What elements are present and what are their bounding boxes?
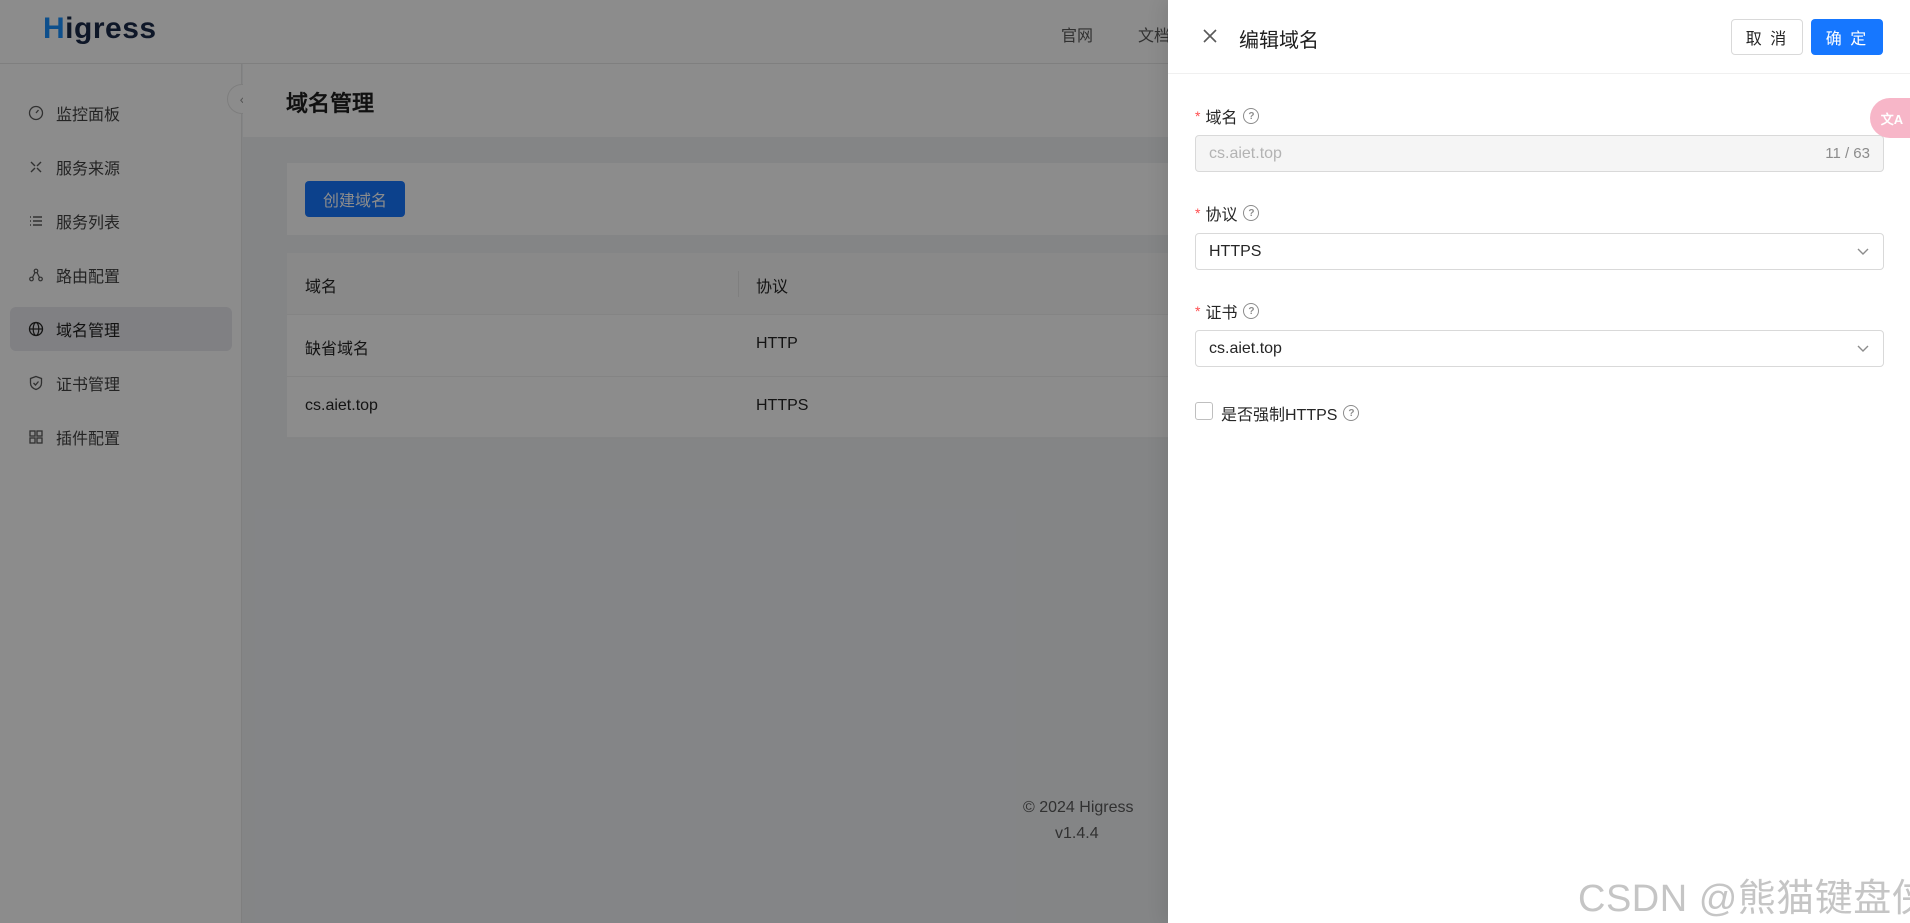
protocol-select-value: HTTPS — [1209, 242, 1262, 260]
cancel-button[interactable]: 取 消 — [1731, 19, 1803, 55]
cert-field-label: * 证书 ? — [1195, 299, 1260, 323]
domain-field-label: * 域名 ? — [1195, 104, 1260, 128]
translate-badge-text: 文A — [1880, 111, 1904, 127]
help-icon[interactable]: ? — [1343, 405, 1360, 421]
required-mark: * — [1195, 108, 1201, 124]
edit-domain-drawer: 编辑域名 取 消 确 定 * 域名 ? cs.aiet.top 11 / 63 … — [1168, 0, 1910, 923]
cert-select-value: cs.aiet.top — [1209, 339, 1282, 357]
drawer-header: 编辑域名 取 消 确 定 — [1168, 0, 1910, 74]
help-icon[interactable]: ? — [1243, 303, 1260, 319]
help-icon[interactable]: ? — [1243, 205, 1260, 221]
watermark: CSDN @熊猫键盘侠 — [1578, 878, 1910, 920]
force-https-checkbox[interactable] — [1195, 402, 1213, 420]
drawer-title: 编辑域名 — [1239, 30, 1319, 52]
protocol-field-label: * 协议 ? — [1195, 201, 1260, 225]
checkbox-label-text: 是否强制HTTPS — [1221, 407, 1338, 424]
char-count: 11 / 63 — [1825, 145, 1870, 162]
chevron-down-icon — [1856, 341, 1870, 355]
help-icon[interactable]: ? — [1243, 108, 1260, 124]
domain-input-value: cs.aiet.top — [1209, 144, 1282, 162]
field-label-text: 协议 — [1205, 207, 1238, 224]
force-https-label[interactable]: 是否强制HTTPS ? — [1221, 401, 1360, 425]
domain-input: cs.aiet.top 11 / 63 — [1195, 135, 1884, 172]
translate-icon[interactable]: 文A — [1870, 98, 1910, 138]
field-label-text: 域名 — [1205, 110, 1238, 127]
field-label-text: 证书 — [1205, 305, 1238, 322]
close-icon[interactable] — [1200, 26, 1220, 46]
required-mark: * — [1195, 303, 1201, 319]
cert-select[interactable]: cs.aiet.top — [1195, 330, 1884, 367]
required-mark: * — [1195, 205, 1201, 221]
protocol-select[interactable]: HTTPS — [1195, 233, 1884, 270]
chevron-down-icon — [1856, 244, 1870, 258]
confirm-button[interactable]: 确 定 — [1811, 19, 1883, 55]
